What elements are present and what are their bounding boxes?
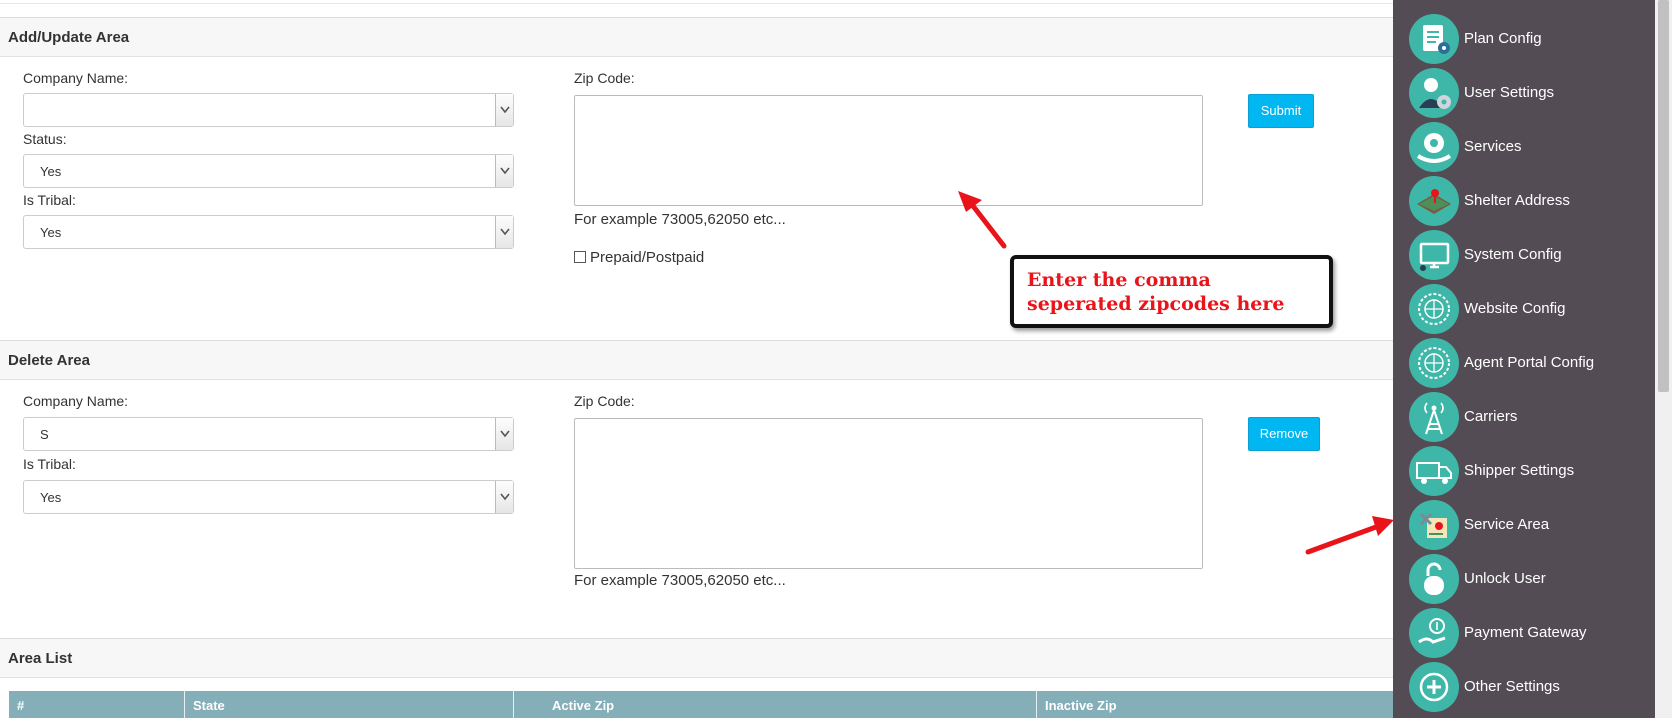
add-tribal-label: Is Tribal: <box>23 192 76 208</box>
delete-company-select[interactable]: S <box>23 417 514 451</box>
plus-icon <box>1409 662 1459 712</box>
callout-line-1: Enter the comma <box>1027 269 1211 291</box>
add-status-select[interactable]: Yes <box>23 154 514 188</box>
sidebar-item-label: Services <box>1464 138 1522 155</box>
add-area-title: Add/Update Area <box>8 29 130 46</box>
sidebar-item-label: Unlock User <box>1464 570 1546 587</box>
sidebar-item-label: Shelter Address <box>1464 192 1570 209</box>
sidebar-item-label: Service Area <box>1464 516 1550 533</box>
sidebar-item-services[interactable]: Services <box>1409 122 1655 174</box>
main-content: Add/Update Area Company Name: Status: Ye… <box>0 0 1393 718</box>
delete-zip-label: Zip Code: <box>574 393 635 409</box>
add-company-select[interactable] <box>23 93 514 127</box>
truck-icon <box>1409 446 1459 496</box>
chevron-down-icon <box>495 94 513 126</box>
sidebar-item-payment-gateway[interactable]: Payment Gateway <box>1409 608 1655 660</box>
add-zip-textarea[interactable] <box>574 95 1203 206</box>
area-list-header: Area List <box>0 638 1393 678</box>
sidebar-item-user-settings[interactable]: User Settings <box>1409 68 1655 120</box>
plan-config-icon <box>1409 14 1459 64</box>
col-active-zip: Active Zip <box>552 698 615 713</box>
service-area-icon <box>1409 500 1459 550</box>
sidebar-item-website-config[interactable]: Website Config <box>1409 284 1655 336</box>
antenna-tower-icon <box>1409 392 1459 442</box>
area-table-header: # State Active Zip Inactive Zip <box>9 691 1393 718</box>
chevron-down-icon <box>495 418 513 450</box>
sidebar-item-service-area[interactable]: Service Area <box>1409 500 1655 552</box>
callout-line-2: seperated zipcodes here <box>1027 293 1285 315</box>
sidebar-item-label: Agent Portal Config <box>1464 354 1595 371</box>
delete-tribal-label: Is Tribal: <box>23 456 76 472</box>
sidebar-item-label: Website Config <box>1464 300 1566 317</box>
column-divider <box>184 691 185 718</box>
add-status-value: Yes <box>40 164 62 179</box>
prepaid-checkbox-row[interactable]: Prepaid/Postpaid <box>574 249 704 266</box>
payment-icon <box>1409 608 1459 658</box>
col-state: State <box>193 698 225 713</box>
delete-area-header: Delete Area <box>0 340 1393 380</box>
remove-button[interactable]: Remove <box>1248 417 1320 451</box>
settings-sidebar: Plan Config User Settings Services Shelt… <box>1393 0 1655 718</box>
column-divider <box>513 691 514 718</box>
add-zip-hint: For example 73005,62050 etc... <box>574 211 786 228</box>
col-number: # <box>17 698 25 713</box>
sidebar-item-label: Carriers <box>1464 408 1518 425</box>
add-status-label: Status: <box>23 131 67 147</box>
sidebar-item-label: System Config <box>1464 246 1562 263</box>
delete-area-title: Delete Area <box>8 352 90 369</box>
sidebar-item-other-settings[interactable]: Other Settings <box>1409 662 1655 714</box>
sidebar-item-label: Shipper Settings <box>1464 462 1575 479</box>
delete-tribal-select[interactable]: Yes <box>23 480 514 514</box>
scrollbar-thumb[interactable] <box>1658 0 1669 392</box>
add-company-label: Company Name: <box>23 70 129 86</box>
area-list-title: Area List <box>8 650 73 667</box>
prepaid-label: Prepaid/Postpaid <box>590 249 705 266</box>
delete-company-label: Company Name: <box>23 393 129 409</box>
delete-tribal-value: Yes <box>40 490 62 505</box>
sidebar-item-plan-config[interactable]: Plan Config <box>1409 14 1655 66</box>
sidebar-item-label: User Settings <box>1464 84 1555 101</box>
user-settings-icon <box>1409 68 1459 118</box>
padlock-icon <box>1409 554 1459 604</box>
top-divider <box>0 0 1393 4</box>
column-divider <box>1036 691 1037 718</box>
sidebar-item-system-config[interactable]: System Config <box>1409 230 1655 282</box>
add-area-header: Add/Update Area <box>0 17 1393 57</box>
annotation-callout: Enter the comma seperated zipcodes here <box>1010 255 1333 328</box>
col-inactive-zip: Inactive Zip <box>1045 698 1117 713</box>
prepaid-checkbox[interactable] <box>574 251 586 263</box>
delete-zip-textarea[interactable] <box>574 418 1203 569</box>
services-icon <box>1409 122 1459 172</box>
submit-button[interactable]: Submit <box>1248 94 1314 128</box>
delete-company-value: S <box>40 427 49 442</box>
sidebar-item-shipper-settings[interactable]: Shipper Settings <box>1409 446 1655 498</box>
map-icon <box>1409 176 1459 226</box>
chevron-down-icon <box>495 216 513 248</box>
add-tribal-value: Yes <box>40 225 62 240</box>
monitor-icon <box>1409 230 1459 280</box>
sidebar-item-agent-portal-config[interactable]: Agent Portal Config <box>1409 338 1655 390</box>
globe-gear-icon <box>1409 338 1459 388</box>
sidebar-item-shelter-address[interactable]: Shelter Address <box>1409 176 1655 228</box>
sidebar-item-carriers[interactable]: Carriers <box>1409 392 1655 444</box>
delete-zip-hint: For example 73005,62050 etc... <box>574 572 786 589</box>
chevron-down-icon <box>495 155 513 187</box>
chevron-down-icon <box>495 481 513 513</box>
add-tribal-select[interactable]: Yes <box>23 215 514 249</box>
globe-gear-icon <box>1409 284 1459 334</box>
sidebar-item-unlock-user[interactable]: Unlock User <box>1409 554 1655 606</box>
add-zip-label: Zip Code: <box>574 70 635 86</box>
sidebar-item-label: Plan Config <box>1464 30 1542 47</box>
sidebar-item-label: Payment Gateway <box>1464 624 1587 641</box>
sidebar-item-label: Other Settings <box>1464 678 1560 695</box>
